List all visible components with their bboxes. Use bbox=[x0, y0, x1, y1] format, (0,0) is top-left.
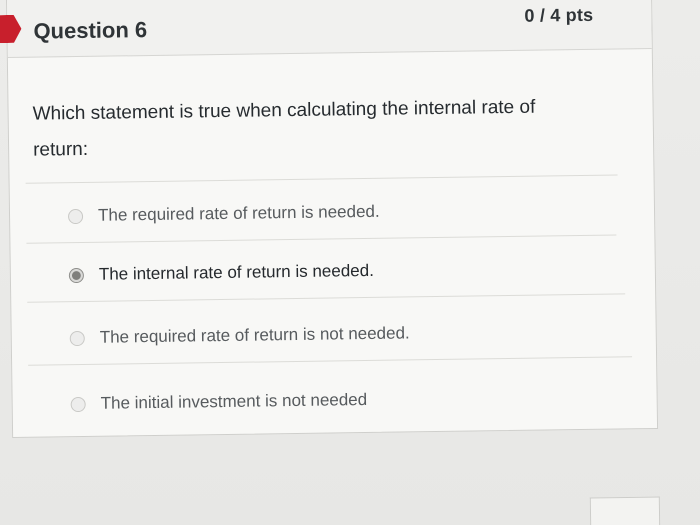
question-card: Question 6 0 / 4 pts Which statement is … bbox=[6, 0, 659, 438]
question-points: 0 / 4 pts bbox=[524, 4, 594, 26]
answer-label: The required rate of return is needed. bbox=[97, 201, 380, 225]
radio-button[interactable] bbox=[67, 208, 84, 224]
answer-divider bbox=[28, 356, 633, 366]
answer-option[interactable]: The required rate of return is needed. bbox=[67, 194, 578, 231]
answer-divider bbox=[26, 234, 617, 244]
next-question-card-edge bbox=[589, 496, 661, 525]
answer-label: The initial investment is not needed bbox=[100, 389, 368, 413]
radio-button[interactable] bbox=[68, 267, 84, 283]
question-title: Question 6 bbox=[33, 17, 148, 44]
answer-option[interactable]: The required rate of return is not neede… bbox=[69, 316, 580, 353]
answer-divider bbox=[27, 293, 626, 303]
question-header: Question 6 0 / 4 pts bbox=[7, 0, 652, 58]
answer-option[interactable]: The initial investment is not needed bbox=[70, 382, 580, 419]
radio-button[interactable] bbox=[70, 396, 86, 412]
answer-option[interactable]: The internal rate of return is needed. bbox=[68, 253, 579, 290]
answer-label: The required rate of return is not neede… bbox=[99, 323, 410, 347]
question-text: Which statement is true when calculating… bbox=[32, 96, 536, 161]
radio-button[interactable] bbox=[69, 330, 85, 346]
quiz-page: Question 6 0 / 4 pts Which statement is … bbox=[0, 0, 700, 525]
answer-label: The internal rate of return is needed. bbox=[98, 260, 374, 284]
answer-divider bbox=[25, 174, 618, 184]
flag-marker bbox=[0, 15, 22, 43]
